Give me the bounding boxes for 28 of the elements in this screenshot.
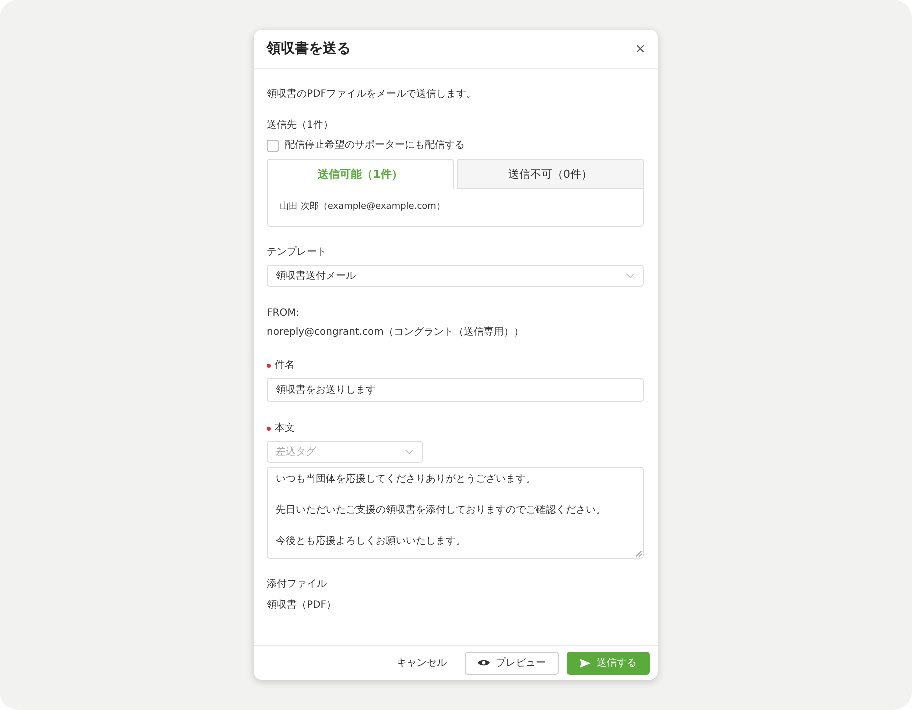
recipient-tab[interactable]: 送信不可（0件） (457, 159, 644, 189)
field-label: 送信先（1件） (267, 119, 334, 133)
attachment-text: 領収書（PDF） (267, 598, 338, 612)
eye-icon (478, 659, 490, 667)
field-label: FROM: (267, 307, 300, 321)
preview-button[interactable]: プレビュー (465, 652, 559, 674)
close-button[interactable]: × (635, 42, 646, 56)
checkbox[interactable] (267, 140, 279, 152)
resize-handle-icon[interactable] (636, 551, 642, 557)
field-label: テンプレート (267, 246, 327, 260)
template-select[interactable]: 領収書送付メール (267, 265, 644, 287)
field-label: 件名 (275, 359, 295, 373)
field-label: 本文 (275, 422, 295, 436)
chevron-down-icon (626, 273, 635, 279)
dialog-title: 領収書を送る (267, 40, 351, 58)
message-field[interactable]: いつも当団体を応援してくださりありがとうございます。 先日いただいたご支援の領収書を添付しておりますのでご確認ください。 今後とも応援よろしくお願いいたします。 (267, 467, 644, 559)
chevron-down-icon (405, 449, 414, 455)
send-icon (580, 658, 591, 668)
subject-field[interactable]: 領収書をお送りします (267, 378, 644, 402)
message-text: いつも当団体を応援してくださりありがとうございます。 (276, 472, 537, 487)
message-text: 今後とも応援よろしくお願いいたします。 (276, 534, 467, 549)
field-label: 添付ファイル (267, 578, 327, 592)
checkbox-label: 配信停止希望のサポーターにも配信する (285, 139, 465, 153)
sender-text: noreply@congrant.com（コングラント（送信専用）） (267, 326, 525, 339)
cancel-button[interactable]: キャンセル (387, 652, 457, 674)
description-text: 領収書のPDFファイルをメールで送信します。 (267, 88, 478, 101)
recipient-text: 山田 次郎（example@example.com） (280, 200, 446, 213)
message-text: 先日いただいたご支援の領収書を添付しておりますのでご確認ください。 (276, 504, 607, 518)
